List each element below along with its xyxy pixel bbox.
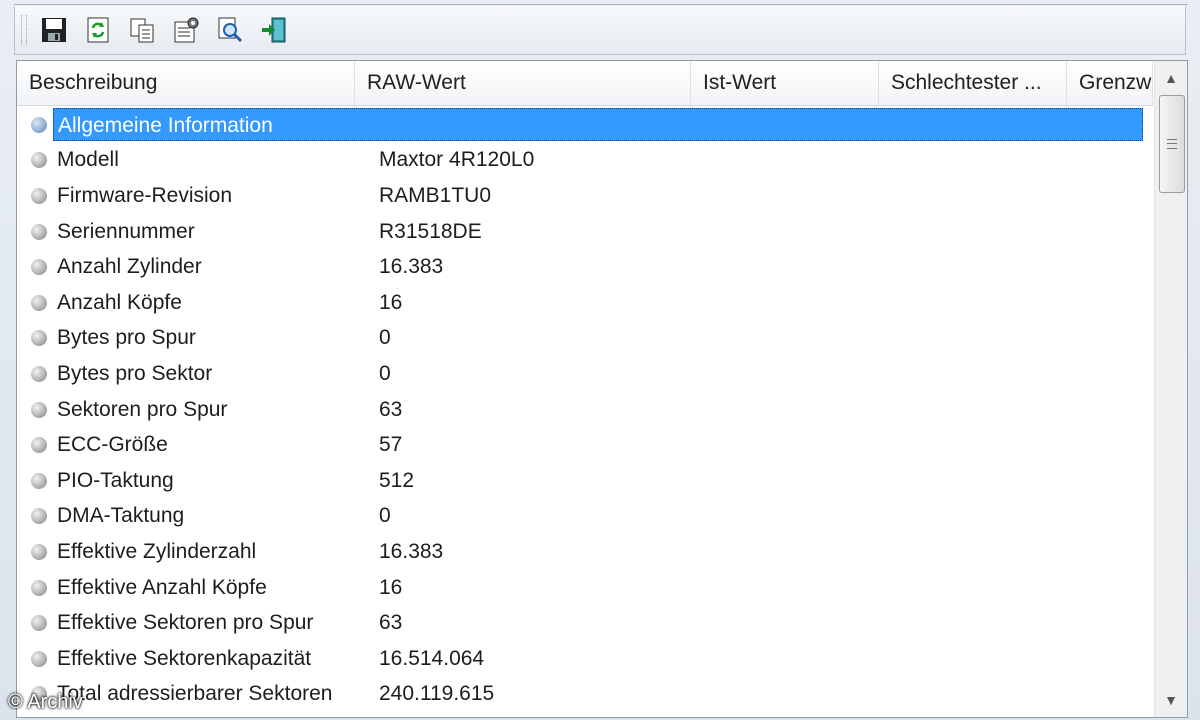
scroll-thumb[interactable] [1159, 95, 1185, 193]
bullet-icon [31, 508, 47, 525]
column-header-grenzwert[interactable]: Grenzw [1067, 61, 1153, 105]
row-raw-value: 16 [379, 290, 403, 314]
bullet-icon [31, 543, 47, 560]
copy-button[interactable] [123, 11, 161, 49]
table-row[interactable]: Effektive Zylinderzahl 16.383 [17, 534, 1153, 570]
row-raw-value: R31518DE [379, 219, 482, 243]
bullet-icon [31, 579, 47, 596]
table-row[interactable]: ECC-Größe 57 [17, 427, 1153, 463]
row-raw-value: 0 [379, 361, 391, 385]
row-raw-value: 512 [379, 468, 415, 492]
row-description: Allgemeine Information [53, 108, 1143, 142]
row-description: Effektive Sektorenkapazität [57, 646, 312, 670]
chevron-up-icon: ▲ [1164, 70, 1178, 86]
attribute-list[interactable]: Beschreibung RAW-Wert Ist-Wert Schlechte… [16, 60, 1188, 718]
bullet-icon [31, 187, 47, 204]
window-top-border [14, 0, 1188, 5]
table-row[interactable]: Firmware-Revision RAMB1TU0 [17, 178, 1153, 214]
row-raw-value: 16.383 [379, 539, 444, 563]
column-header-beschreibung[interactable]: Beschreibung [17, 61, 355, 105]
bullet-icon [31, 472, 47, 489]
bullet-icon [31, 437, 47, 454]
row-description: Seriennummer [57, 219, 195, 243]
table-row[interactable]: Anzahl Zylinder 16.383 [17, 249, 1153, 285]
row-description: Total adressierbarer Sektoren [57, 682, 333, 706]
properties-button[interactable] [167, 11, 205, 49]
bullet-icon [31, 294, 47, 311]
copy-icon [130, 18, 154, 43]
row-description: PIO-Taktung [57, 468, 174, 492]
table-row[interactable]: Seriennummer R31518DE [17, 214, 1153, 250]
table-row[interactable]: Allgemeine Information [17, 107, 1153, 143]
bullet-icon [31, 223, 47, 240]
scroll-down-button[interactable]: ▼ [1155, 683, 1187, 717]
refresh-button[interactable] [79, 11, 117, 49]
row-raw-value: RAMB1TU0 [379, 183, 492, 207]
row-description: Effektive Zylinderzahl [57, 539, 257, 563]
bullet-icon [31, 116, 47, 133]
exit-button[interactable] [255, 11, 293, 49]
row-raw-value: 63 [379, 397, 403, 421]
properties-icon [174, 17, 199, 43]
row-raw-value: 57 [379, 433, 403, 457]
row-raw-value: 16.514.064 [379, 646, 485, 670]
row-raw-value: 0 [379, 504, 391, 528]
chevron-down-icon: ▼ [1164, 692, 1178, 708]
bullet-icon [31, 401, 47, 418]
table-row[interactable]: PIO-Taktung 512 [17, 463, 1153, 499]
search-button[interactable] [211, 11, 249, 49]
bullet-icon [31, 330, 47, 347]
bullet-icon [31, 152, 47, 169]
application-window: Beschreibung RAW-Wert Ist-Wert Schlechte… [0, 0, 1200, 720]
bullet-icon [31, 365, 47, 382]
save-icon [42, 18, 66, 42]
list-rows: Allgemeine Information Modell Maxtor 4R120… [17, 107, 1153, 712]
row-raw-value: Maxtor 4R120L0 [379, 148, 535, 172]
row-description: Anzahl Köpfe [57, 290, 182, 314]
table-row[interactable]: Effektive Anzahl Köpfe 16 [17, 570, 1153, 606]
row-raw-value: 240.119.615 [379, 682, 495, 706]
table-row[interactable]: Bytes pro Sektor 0 [17, 356, 1153, 392]
toolbar [14, 6, 1186, 55]
row-raw-value: 0 [379, 326, 391, 350]
row-description: Firmware-Revision [57, 183, 233, 207]
column-header-ist-wert[interactable]: Ist-Wert [691, 61, 879, 105]
row-description: DMA-Taktung [57, 504, 185, 528]
exit-icon [262, 17, 286, 43]
row-description: Bytes pro Spur [57, 326, 196, 350]
save-button[interactable] [35, 11, 73, 49]
bullet-icon [31, 650, 47, 667]
list-header: Beschreibung RAW-Wert Ist-Wert Schlechte… [17, 61, 1153, 106]
watermark: © Archiv [8, 691, 83, 713]
row-description: Modell [57, 148, 119, 172]
search-icon [218, 17, 243, 43]
row-description: Bytes pro Sektor [57, 361, 213, 385]
row-raw-value: 16 [379, 575, 403, 599]
row-description: Anzahl Zylinder [57, 255, 202, 279]
table-row[interactable]: Total adressierbarer Sektoren 240.119.615 [17, 677, 1153, 713]
row-description: ECC-Größe [57, 433, 168, 457]
column-header-raw-wert[interactable]: RAW-Wert [355, 61, 691, 105]
table-row[interactable]: Modell Maxtor 4R120L0 [17, 143, 1153, 179]
vertical-scrollbar[interactable]: ▲ ▼ [1154, 61, 1187, 717]
row-description: Effektive Anzahl Köpfe [57, 575, 267, 599]
table-row[interactable]: Effektive Sektoren pro Spur 63 [17, 605, 1153, 641]
table-row[interactable]: Bytes pro Spur 0 [17, 321, 1153, 357]
row-description: Sektoren pro Spur [57, 397, 228, 421]
table-row[interactable]: Sektoren pro Spur 63 [17, 392, 1153, 428]
table-row[interactable]: Anzahl Köpfe 16 [17, 285, 1153, 321]
refresh-icon [87, 17, 109, 43]
toolbar-grip[interactable] [21, 15, 27, 45]
table-row[interactable]: Effektive Sektorenkapazität 16.514.064 [17, 641, 1153, 677]
bullet-icon [31, 615, 47, 632]
grip-icon [1167, 139, 1177, 149]
row-description: Effektive Sektoren pro Spur [57, 611, 314, 635]
row-raw-value: 63 [379, 611, 403, 635]
table-row[interactable]: DMA-Taktung 0 [17, 499, 1153, 535]
bullet-icon [31, 259, 47, 276]
scroll-up-button[interactable]: ▲ [1155, 61, 1187, 95]
column-header-schlechtester[interactable]: Schlechtester ... [879, 61, 1067, 105]
row-raw-value: 16.383 [379, 255, 444, 279]
